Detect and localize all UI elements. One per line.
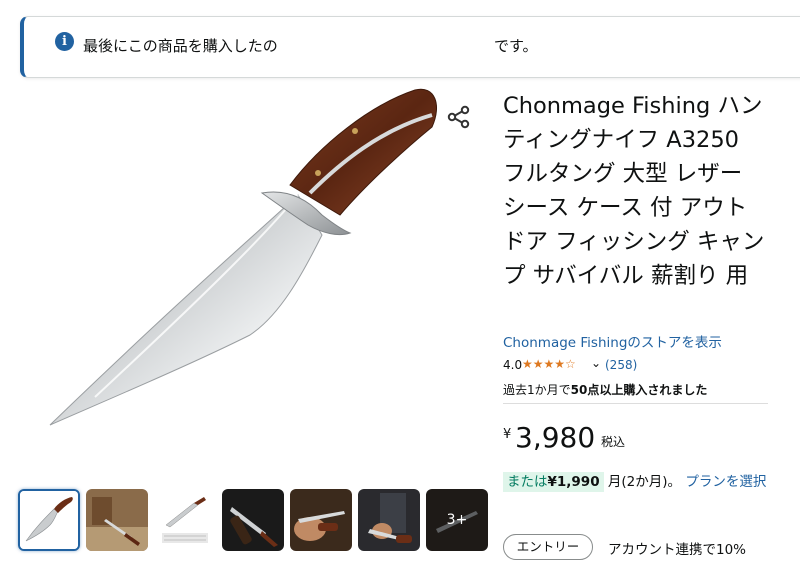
thumbnail-3[interactable] [154, 489, 216, 551]
price-symbol: ¥ [503, 427, 512, 442]
thumbnail-2[interactable] [86, 489, 148, 551]
thumbnail-1[interactable] [18, 489, 80, 551]
notice-text-end: です。 [494, 37, 538, 55]
installment-chip: または¥1,990 [503, 472, 604, 492]
review-count-link[interactable]: (258) [605, 358, 637, 372]
product-title: Chonmage Fishing ハンティングナイフ A3250 フルタング 大… [503, 93, 765, 289]
installment-amount: ¥1,990 [547, 474, 600, 490]
installment-prefix: または [507, 474, 548, 490]
rating-value: 4.0 [503, 358, 523, 372]
bought-count: 50点以上購入されました [570, 383, 708, 397]
bought-prefix: 過去1か月で [503, 383, 571, 397]
installment-info: または¥1,990 月(2か月)。 プランを選択 [503, 470, 768, 494]
chevron-down-icon[interactable]: ⌄ [591, 356, 601, 370]
info-icon: i [55, 32, 74, 51]
main-product-image[interactable] [40, 85, 490, 435]
store-link[interactable]: Chonmage Fishingのストアを表示 [503, 331, 722, 351]
tax-label: 税込 [601, 435, 626, 449]
price-amount: 3,980 [515, 421, 596, 454]
installment-plan-link[interactable]: プランを選択 [685, 474, 766, 490]
thumbnail-5[interactable] [290, 489, 352, 551]
thumbnail-6[interactable] [358, 489, 420, 551]
thumbnail-more[interactable]: 3+ [426, 489, 488, 551]
purchase-notice: i 最後にこの商品を購入したの です。 [20, 16, 800, 78]
divider [503, 403, 768, 404]
entry-button[interactable]: エントリー [503, 534, 593, 560]
star-rating-icon[interactable]: ★★★★☆ [522, 357, 576, 371]
notice-text-start: 最後にこの商品を購入したの [83, 37, 278, 55]
installment-suffix: 月(2か月)。 [607, 474, 682, 490]
points-text: アカウント連携で10% [608, 542, 747, 558]
thumbnail-4[interactable] [222, 489, 284, 551]
share-icon[interactable] [445, 103, 473, 131]
thumbnail-more-label: 3+ [446, 512, 468, 528]
bought-in-past-month: 過去1か月で50点以上購入されました [503, 381, 707, 398]
